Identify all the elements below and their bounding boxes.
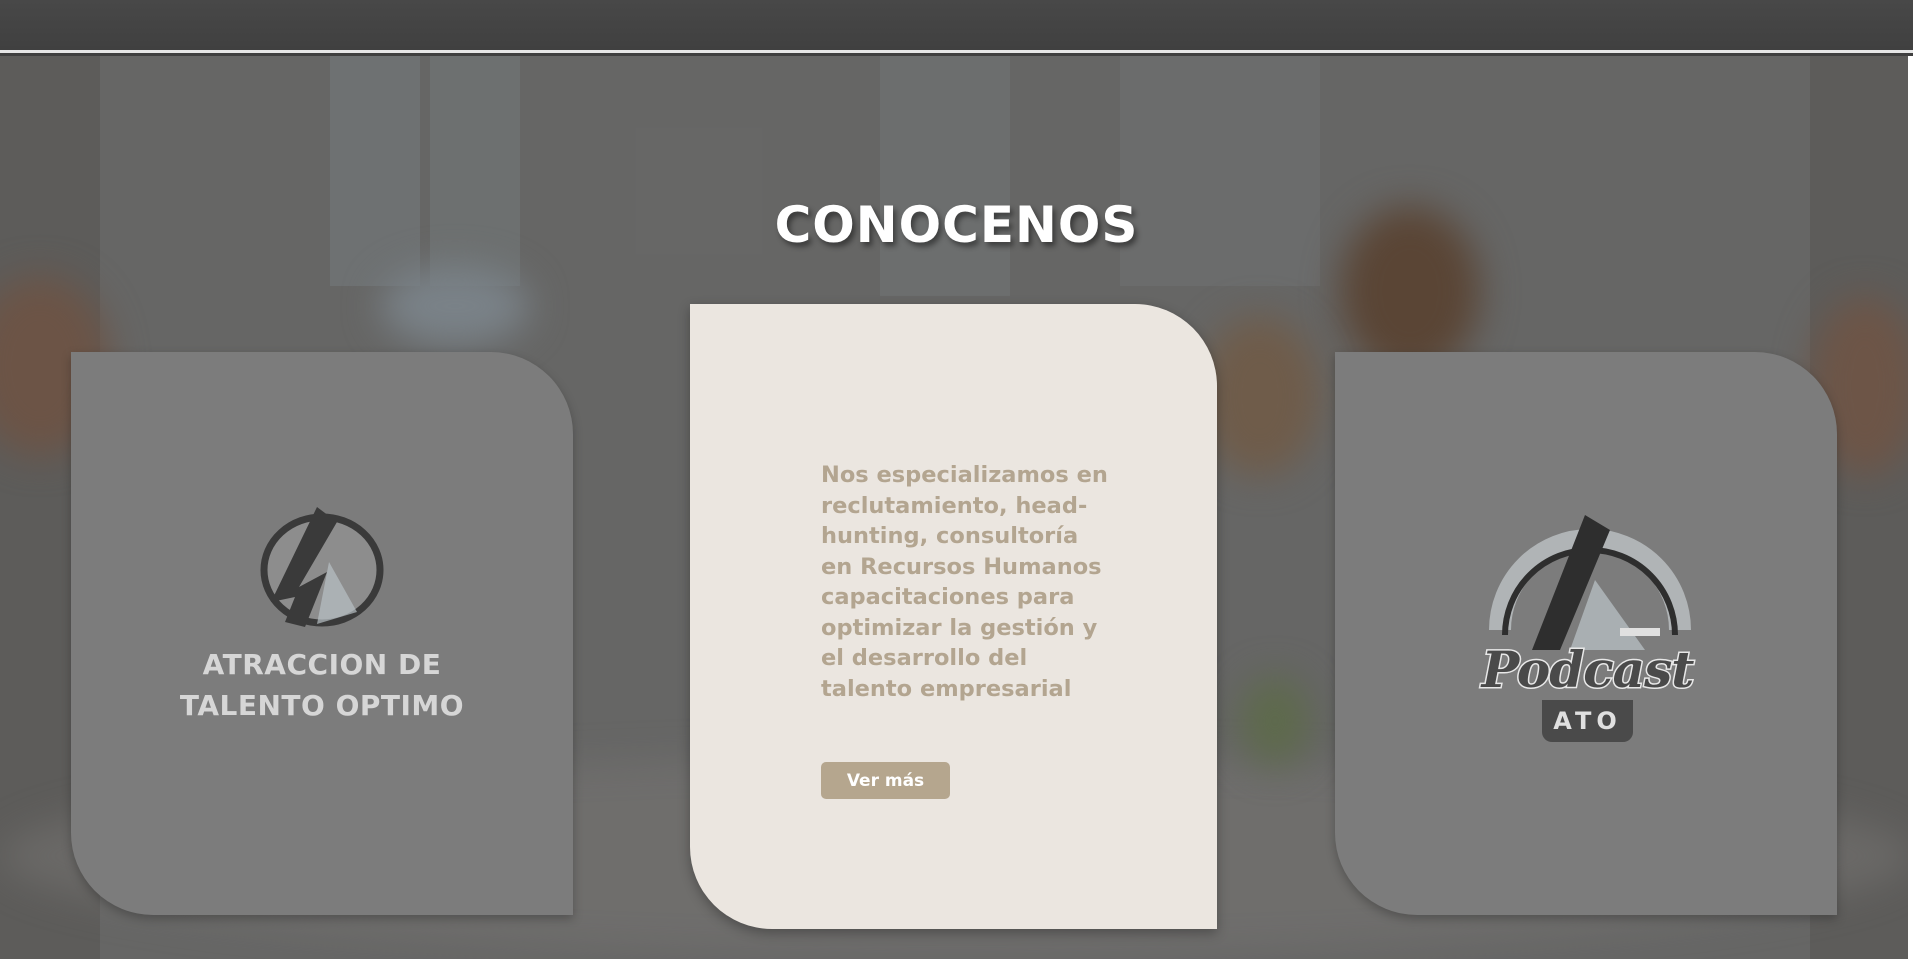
background-plant: [1240, 676, 1310, 766]
ato-logo-icon: [260, 507, 384, 627]
ato-brand-card[interactable]: ATRACCION DE TALENTO OPTIMO: [71, 352, 573, 915]
top-nav-bar: [0, 0, 1913, 53]
background-laptop: [380, 266, 530, 346]
podcast-card[interactable]: Podcast ATO: [1335, 352, 1837, 915]
ato-brand-name: ATRACCION DE TALENTO OPTIMO: [71, 644, 573, 726]
scrollbar-edge: [1908, 56, 1913, 959]
ato-brand-line-2: TALENTO OPTIMO: [179, 689, 465, 722]
background-window: [880, 56, 1010, 296]
podcast-wordmark: Podcast: [1480, 639, 1696, 701]
podcast-ato-tag: ATO: [1542, 700, 1633, 742]
background-person: [1200, 316, 1320, 476]
podcast-ato-logo-icon: Podcast ATO: [1470, 510, 1705, 742]
ato-brand-line-1: ATRACCION DE: [202, 648, 442, 681]
about-description: Nos especializamos en reclutamiento, hea…: [821, 462, 1108, 702]
section-title: CONOCENOS: [774, 196, 1139, 254]
hero-section: CONOCENOS ATRACCION DE TALENTO OPTIMO No…: [0, 56, 1913, 959]
about-card: Nos especializamos en reclutamiento, hea…: [690, 304, 1217, 929]
ver-mas-button[interactable]: Ver más: [821, 762, 950, 799]
